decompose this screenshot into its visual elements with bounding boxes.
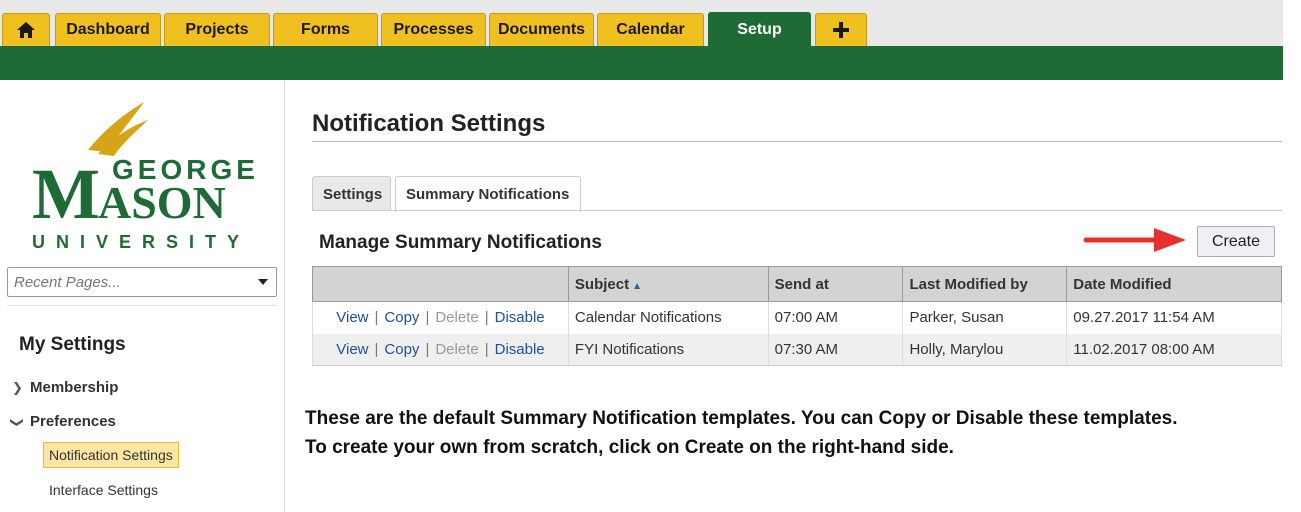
sidebar: M GEORGE ASON UNIVERSITY Recent Pages...… xyxy=(0,80,285,512)
recent-pages-placeholder: Recent Pages... xyxy=(14,274,121,291)
separator: | xyxy=(374,340,379,358)
separator: | xyxy=(374,309,379,327)
chevron-right-icon: ❯ xyxy=(12,379,23,395)
tab-dashboard[interactable]: Dashboard xyxy=(55,13,161,46)
copy-link[interactable]: Copy xyxy=(384,341,419,358)
column-header-label: Subject xyxy=(574,275,630,293)
subject-link[interactable]: FYI Notifications xyxy=(567,333,769,366)
copy-link[interactable]: Copy xyxy=(384,309,419,326)
sidebar-item-membership[interactable]: ❯ Membership xyxy=(12,379,118,396)
create-button[interactable]: Create xyxy=(1197,226,1275,257)
tab-forms[interactable]: Forms xyxy=(273,13,378,46)
svg-text:UNIVERSITY: UNIVERSITY xyxy=(32,232,250,250)
plus-icon xyxy=(833,22,849,38)
date-modified-cell: 09.27.2017 11:54 AM xyxy=(1066,301,1282,334)
svg-text:M: M xyxy=(32,154,98,234)
tab-calendar[interactable]: Calendar xyxy=(597,13,704,46)
tab-settings[interactable]: Settings xyxy=(312,176,391,211)
separator: | xyxy=(484,309,489,327)
divider xyxy=(7,305,277,306)
sidebar-item-preferences[interactable]: ❯ Preferences xyxy=(10,413,116,430)
sidebar-section-title: My Settings xyxy=(19,334,126,355)
sidebar-subitem-notification-settings[interactable]: Notification Settings xyxy=(43,442,179,468)
disable-link[interactable]: Disable xyxy=(495,341,545,358)
table-row: View | Copy | Delete | Disable Calendar Notifi… xyxy=(312,301,1282,334)
tab-projects[interactable]: Projects xyxy=(164,13,270,46)
divider xyxy=(312,210,1282,211)
send-at-cell: 07:30 AM xyxy=(767,333,904,366)
column-header-actions xyxy=(312,266,569,302)
home-icon xyxy=(17,22,35,38)
chevron-down-icon[interactable] xyxy=(258,279,268,285)
column-header-date-modified[interactable]: Date Modified xyxy=(1066,266,1282,302)
section-title: Manage Summary Notifications xyxy=(319,232,602,253)
sidebar-item-label: Membership xyxy=(30,379,119,396)
column-header-last-modified-by[interactable]: Last Modified by xyxy=(902,266,1068,302)
subject-link[interactable]: Calendar Notifications xyxy=(567,301,769,334)
annotation-line: These are the default Summary Notificati… xyxy=(305,408,1178,429)
tab-processes[interactable]: Processes xyxy=(381,13,486,46)
modified-by-cell: Parker, Susan xyxy=(902,301,1068,334)
send-at-cell: 07:00 AM xyxy=(767,301,904,334)
delete-link: Delete xyxy=(435,340,479,358)
chevron-down-icon: ❯ xyxy=(10,416,25,428)
top-navigation: Dashboard Projects Forms Processes Docum… xyxy=(0,0,1283,80)
university-logo: M GEORGE ASON UNIVERSITY xyxy=(28,90,258,252)
svg-text:ASON: ASON xyxy=(98,177,226,228)
disable-link[interactable]: Disable xyxy=(495,309,545,326)
annotation-arrow-icon xyxy=(1083,228,1186,252)
divider xyxy=(312,141,1282,142)
add-tab-button[interactable] xyxy=(815,13,867,46)
annotation-line: To create your own from scratch, click o… xyxy=(305,437,954,458)
summary-notifications-table: Subject ▲ Send at Last Modified by Date M… xyxy=(312,266,1282,366)
tab-documents[interactable]: Documents xyxy=(489,13,594,46)
header-band xyxy=(0,46,1283,80)
column-header-subject[interactable]: Subject ▲ xyxy=(567,266,769,302)
view-link[interactable]: View xyxy=(336,309,368,326)
delete-link: Delete xyxy=(435,309,479,327)
table-row: View | Copy | Delete | Disable FYI Notificatio… xyxy=(312,333,1282,366)
sort-ascending-icon: ▲ xyxy=(632,280,642,292)
row-actions: View | Copy | Delete | Disable xyxy=(312,333,569,366)
view-link[interactable]: View xyxy=(336,341,368,358)
george-mason-logo: M GEORGE ASON UNIVERSITY xyxy=(32,102,255,252)
separator: | xyxy=(425,309,430,327)
separator: | xyxy=(425,340,430,358)
date-modified-cell: 11.02.2017 08:00 AM xyxy=(1066,333,1282,366)
tab-home[interactable] xyxy=(2,13,50,46)
column-header-send-at[interactable]: Send at xyxy=(767,266,904,302)
table-header-row: Subject ▲ Send at Last Modified by Date M… xyxy=(312,266,1282,302)
tab-summary-notifications[interactable]: Summary Notifications xyxy=(395,176,581,212)
separator: | xyxy=(484,340,489,358)
row-actions: View | Copy | Delete | Disable xyxy=(312,301,569,334)
annotation-text: These are the default Summary Notificati… xyxy=(305,404,1295,462)
recent-pages-select[interactable]: Recent Pages... xyxy=(7,267,277,297)
page-title: Notification Settings xyxy=(312,110,546,137)
sidebar-subitem-interface-settings[interactable]: Interface Settings xyxy=(49,482,158,498)
tab-setup[interactable]: Setup xyxy=(708,12,811,47)
sidebar-item-label: Preferences xyxy=(30,413,116,430)
modified-by-cell: Holly, Marylou xyxy=(902,333,1068,366)
